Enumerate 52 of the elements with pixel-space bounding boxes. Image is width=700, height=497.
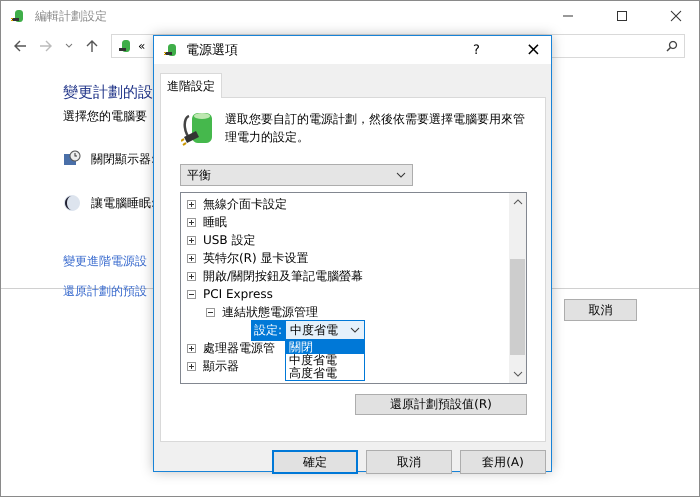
chevron-down-icon[interactable] — [65, 43, 73, 49]
page-subtitle: 選擇您的電腦要 — [63, 108, 147, 125]
dropdown-option[interactable]: 中度省電 — [286, 354, 364, 367]
back-arrow-icon[interactable] — [13, 39, 27, 53]
expand-icon[interactable] — [187, 362, 196, 370]
help-button[interactable]: ? — [473, 42, 480, 58]
tree-item[interactable]: 顯示器 — [203, 358, 239, 374]
window-title: 編輯計劃設定 — [35, 8, 107, 24]
expand-icon[interactable] — [187, 200, 196, 208]
tree-item[interactable]: 連結狀態電源管理 — [222, 304, 318, 320]
search-icon[interactable] — [666, 40, 678, 52]
dialog-button[interactable]: 確定 — [272, 450, 358, 474]
chevron-down-icon — [396, 172, 406, 178]
description-text: 選取您要自訂的電源計劃，然後依需要選擇電腦要用來管理電力的設定。 — [225, 111, 526, 146]
chevron-down-icon — [350, 327, 360, 333]
close-button[interactable]: × — [526, 41, 541, 59]
maximize-icon[interactable] — [616, 10, 628, 22]
setting-label: 設定: — [251, 320, 286, 340]
expand-icon[interactable] — [187, 344, 196, 352]
link[interactable]: 變更進階電源設 — [63, 253, 147, 270]
cancel-button[interactable]: 取消 — [564, 299, 637, 321]
scroll-down-icon[interactable] — [512, 371, 522, 377]
link[interactable]: 還原計劃的預設 — [63, 283, 147, 300]
dialog-button[interactable]: 取消 — [366, 450, 452, 474]
dialog-button[interactable]: 套用(A) — [460, 450, 546, 474]
up-arrow-icon[interactable] — [85, 39, 99, 53]
moon-icon — [63, 194, 81, 212]
dropdown-option[interactable]: 關閉 — [286, 341, 364, 354]
tree-item[interactable]: 英特尔(R) 显卡设置 — [203, 250, 309, 266]
page-heading: 變更計劃的設 — [63, 83, 153, 102]
collapse-icon[interactable] — [206, 308, 215, 316]
collapse-icon[interactable] — [187, 290, 196, 298]
tree-item[interactable]: 開啟/關閉按鈕及筆記電腦螢幕 — [203, 268, 364, 284]
expand-icon[interactable] — [187, 236, 196, 244]
expand-icon[interactable] — [187, 272, 196, 280]
expand-icon[interactable] — [187, 254, 196, 262]
tree-item[interactable]: 睡眠 — [203, 214, 227, 230]
monitor-clock-icon — [63, 150, 81, 168]
dropdown-option[interactable]: 高度省電 — [286, 367, 364, 380]
tree-item[interactable]: PCI Express — [203, 287, 273, 301]
setting-dropdown[interactable]: 中度省電 — [285, 320, 366, 340]
dialog-title: 電源選項 — [186, 42, 238, 59]
tab[interactable]: 進階設定 — [160, 73, 222, 98]
scrollbar[interactable] — [509, 193, 526, 383]
tree-item[interactable]: 無線介面卡設定 — [203, 196, 287, 212]
restore-defaults-button[interactable]: 還原計劃預設值(R) — [355, 394, 527, 415]
scroll-up-icon[interactable] — [512, 199, 522, 205]
expand-icon[interactable] — [187, 218, 196, 226]
tree-item[interactable]: 處理器電源管 — [203, 340, 275, 356]
tree-item[interactable]: USB 設定 — [203, 232, 256, 248]
plan-dropdown[interactable]: 平衡 — [180, 164, 413, 186]
close-icon[interactable] — [670, 10, 682, 22]
